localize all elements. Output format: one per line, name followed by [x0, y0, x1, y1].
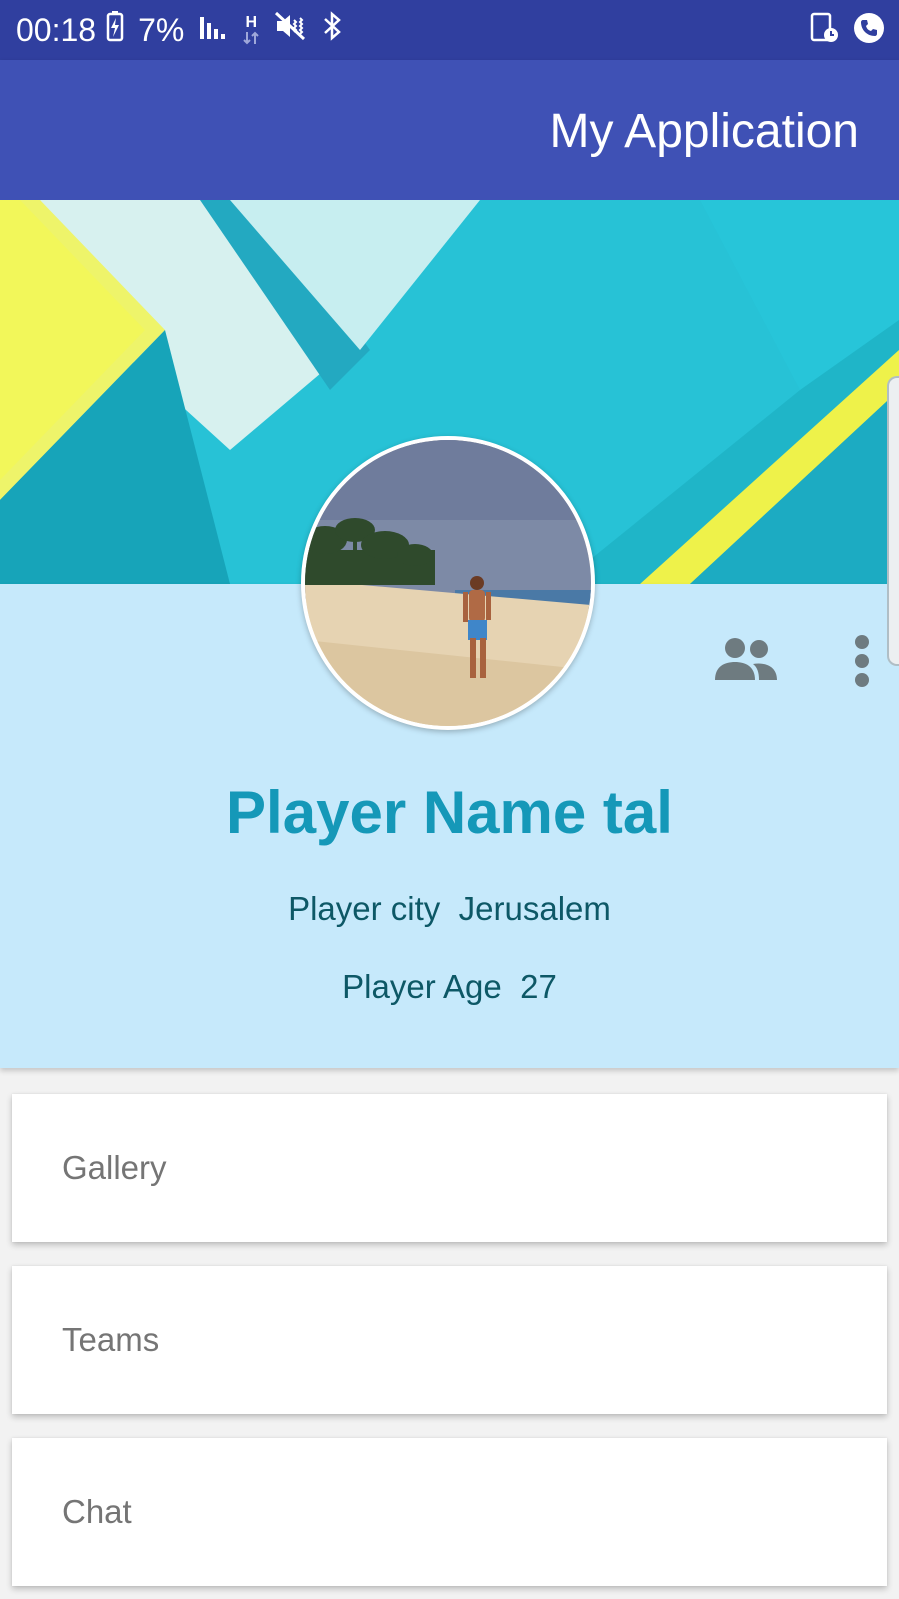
player-city-label: Player city — [288, 890, 441, 927]
status-bar: 00:18 7% H — [0, 0, 899, 60]
screen-timer-icon — [809, 12, 839, 49]
player-city-value: Jerusalem — [458, 890, 611, 927]
player-age-value: 27 — [520, 968, 557, 1005]
menu-item-gallery[interactable]: Gallery — [12, 1094, 887, 1242]
bluetooth-icon — [322, 11, 344, 49]
app-bar: My Application — [0, 60, 899, 200]
player-city-line: Player city Jerusalem — [0, 890, 899, 928]
battery-charging-icon — [106, 10, 124, 50]
network-h-icon: H — [242, 15, 260, 45]
player-name: Player Name tal — [226, 779, 673, 846]
menu-item-label: Gallery — [62, 1149, 167, 1186]
call-icon — [853, 12, 885, 49]
edge-panel-handle[interactable] — [887, 376, 899, 666]
avatar-beach-photo — [305, 440, 591, 726]
battery-percent: 7% — [138, 11, 185, 48]
more-vert-icon[interactable] — [852, 634, 872, 693]
player-age-label: Player Age — [342, 968, 502, 1005]
menu-item-chat[interactable]: Chat — [12, 1438, 887, 1586]
player-age-line: Player Age 27 — [0, 968, 899, 1006]
player-avatar[interactable] — [301, 436, 595, 730]
mute-vibrate-icon — [274, 11, 308, 49]
app-title: My Application — [549, 105, 860, 158]
status-time: 00:18 — [16, 11, 97, 48]
menu-item-teams[interactable]: Teams — [12, 1266, 887, 1414]
signal-icon — [198, 12, 228, 49]
menu-item-label: Teams — [62, 1321, 160, 1358]
menu-item-label: Chat — [62, 1493, 132, 1530]
friends-icon[interactable] — [713, 636, 779, 687]
